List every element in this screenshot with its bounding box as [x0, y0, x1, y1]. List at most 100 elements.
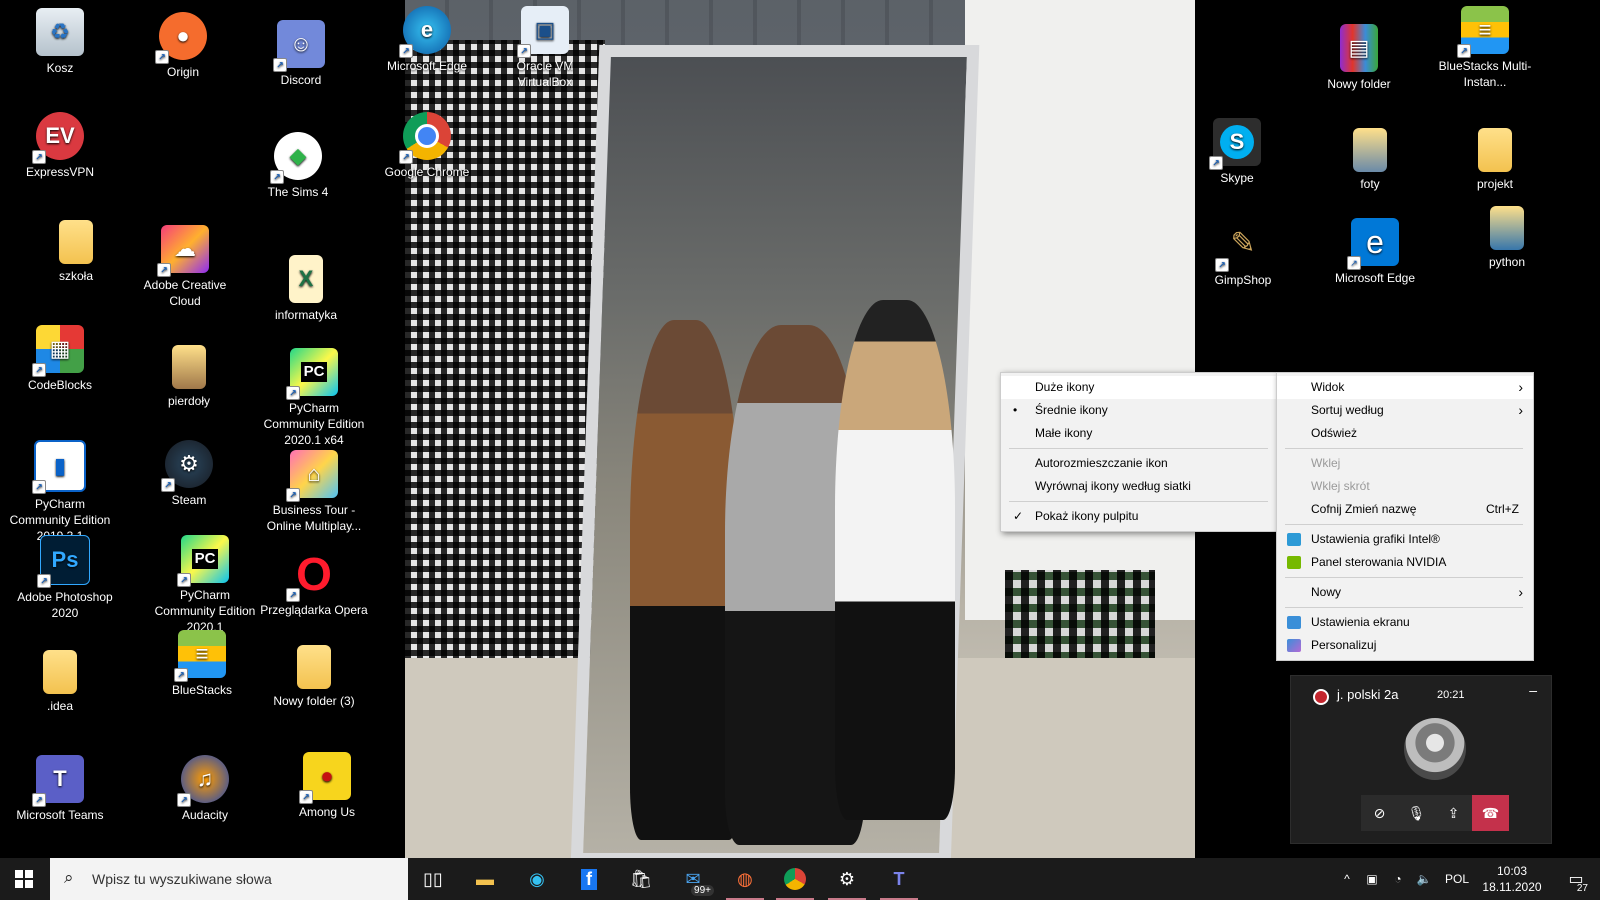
menu-item-auto-arrange[interactable]: Autorozmieszczanie ikon — [1001, 452, 1278, 475]
action-center-button[interactable]: ▭ 27 — [1556, 858, 1596, 900]
desktop-icon-discord[interactable]: ☺ ↗ Discord — [246, 20, 356, 88]
desktop-icon-chrome[interactable]: ↗ Google Chrome — [372, 112, 482, 180]
desktop-icon-sims[interactable]: ◆ ↗ The Sims 4 — [243, 132, 353, 200]
language-indicator: POL — [1444, 872, 1469, 886]
desktop-icon-pycharm-x64[interactable]: PC ↗ PyCharm Community Edition 2020.1 x64 — [259, 348, 369, 448]
desktop-icon-photoshop[interactable]: Ps ↗ Adobe Photoshop 2020 — [10, 535, 120, 621]
desktop-icon-projekt[interactable]: projekt — [1440, 128, 1550, 192]
menu-item-paste-shortcut: Wklej skrót — [1277, 475, 1533, 498]
desktop-icon-foty[interactable]: foty — [1315, 128, 1425, 192]
desktop-icon-origin[interactable]: ● ↗ Origin — [128, 12, 238, 80]
taskbar-firefox[interactable]: ◍ — [720, 858, 770, 900]
pycharm-icon: PC ↗ — [177, 535, 229, 587]
chevron-right-icon: › — [1518, 402, 1523, 418]
show-hidden-icons[interactable]: ^ — [1336, 858, 1358, 900]
wallpaper-person — [630, 320, 740, 840]
mail-badge: 99+ — [691, 885, 714, 896]
desktop-icon-pierdoly[interactable]: pierdoły — [134, 345, 244, 409]
desktop-icon-edge[interactable]: e ↗ Microsoft Edge — [372, 6, 482, 74]
business-tour-icon: ⌂ ↗ — [286, 450, 338, 502]
wallpaper-person — [835, 300, 955, 820]
taskbar-mail[interactable]: ✉ 99+ — [668, 858, 718, 900]
menu-item-undo-rename[interactable]: Cofnij Zmień nazwę Ctrl+Z — [1277, 498, 1533, 521]
desktop-icon-expressvpn[interactable]: EV ↗ ExpressVPN — [5, 112, 115, 180]
recording-icon — [1313, 689, 1329, 705]
desktop-icon-business-tour[interactable]: ⌂ ↗ Business Tour - Online Multiplay... — [259, 450, 369, 534]
chevron-up-icon: ^ — [1344, 872, 1350, 886]
search-placeholder: Wpisz tu wyszukiwane słowa — [92, 871, 272, 887]
taskbar-facebook[interactable]: f — [564, 858, 614, 900]
taskbar-store[interactable]: 🛍 — [616, 858, 666, 900]
desktop-icon-skype[interactable]: S ↗ Skype — [1182, 118, 1292, 186]
file-explorer-icon: ▬ — [476, 868, 494, 889]
desktop-icon-edge-legacy[interactable]: e ↗ Microsoft Edge — [1320, 218, 1430, 286]
desktop-icon-codeblocks[interactable]: ▦ ↗ CodeBlocks — [5, 325, 115, 393]
desktop-icon-kosz[interactable]: ♻ Kosz — [5, 8, 115, 76]
menu-item-label: Odśwież — [1311, 426, 1358, 440]
taskbar-settings[interactable]: ⚙ — [822, 858, 872, 900]
desktop-icon-python[interactable]: python — [1452, 206, 1562, 270]
tray-network[interactable]: ◔ — [1386, 858, 1410, 900]
meeting-title: j. polski 2a — [1337, 687, 1399, 702]
teams-call-window[interactable]: j. polski 2a 20:21 – ⊘ 🎙 ⇪ ☎ — [1290, 675, 1552, 844]
mute-button[interactable]: 🎙 — [1398, 795, 1435, 831]
menu-item-sort-by[interactable]: Sortuj według › — [1277, 399, 1533, 422]
menu-item-personalize[interactable]: Personalizuj — [1277, 634, 1533, 657]
desktop-icon-nowy-folder-3[interactable]: Nowy folder (3) — [259, 645, 369, 709]
tray-volume[interactable]: 🔈 — [1412, 858, 1436, 900]
desktop-icon-label: szkoła — [58, 269, 93, 283]
folder-icon — [172, 345, 206, 389]
start-button[interactable] — [0, 858, 48, 900]
taskbar-file-explorer[interactable]: ▬ — [460, 858, 510, 900]
menu-item-new[interactable]: Nowy › — [1277, 581, 1533, 604]
menu-item-nvidia-panel[interactable]: Panel sterowania NVIDIA — [1277, 551, 1533, 574]
menu-item-align-to-grid[interactable]: Wyrównaj ikony według siatki — [1001, 475, 1278, 498]
menu-item-small-icons[interactable]: Małe ikony — [1001, 422, 1278, 445]
mic-off-icon: 🎙 — [1407, 804, 1426, 821]
camera-off-button[interactable]: ⊘ — [1361, 795, 1398, 831]
desktop-icon-idea[interactable]: .idea — [5, 650, 115, 714]
tray-teams[interactable]: ▣ — [1360, 858, 1384, 900]
menu-item-show-desktop-icons[interactable]: ✓ Pokaż ikony pulpitu — [1001, 505, 1278, 528]
desktop-icon-among-us[interactable]: ● ↗ Among Us — [272, 752, 382, 820]
edge-icon: ◉ — [529, 868, 545, 889]
taskbar-teams[interactable]: T — [874, 858, 924, 900]
desktop-icon-informatyka[interactable]: X informatyka — [251, 255, 361, 323]
desktop-icon-label: BlueStacks Multi-Instan... — [1438, 59, 1532, 89]
chrome-icon: ↗ — [399, 112, 451, 164]
menu-item-view[interactable]: Widok › — [1277, 376, 1533, 399]
task-view-icon: ▯▯ — [423, 868, 443, 889]
menu-item-intel-graphics[interactable]: Ustawienia grafiki Intel® — [1277, 528, 1533, 551]
task-view-button[interactable]: ▯▯ — [408, 858, 458, 900]
desktop-icon-szkola[interactable]: szkoła — [21, 220, 131, 284]
desktop-icon-nowy-folder[interactable]: ▤ Nowy folder — [1304, 24, 1414, 92]
menu-item-large-icons[interactable]: Duże ikony — [1001, 376, 1278, 399]
teams-icon: T — [893, 868, 905, 889]
desktop-icon-steam[interactable]: ⚙ ↗ Steam — [134, 440, 244, 508]
tray-clock[interactable]: 10:03 18.11.2020 — [1476, 858, 1548, 900]
desktop-icon-audacity[interactable]: ♫ ↗ Audacity — [150, 755, 260, 823]
hang-up-icon: ☎ — [1481, 804, 1500, 821]
desktop-icon-bluestacks[interactable]: ≡ ↗ BlueStacks — [147, 630, 257, 698]
radio-indicator: • — [1013, 403, 1018, 417]
menu-item-refresh[interactable]: Odśwież — [1277, 422, 1533, 445]
hang-up-button[interactable]: ☎ — [1472, 795, 1509, 831]
taskbar-edge[interactable]: ◉ — [512, 858, 562, 900]
desktop-icon-pycharm-2019[interactable]: ▮↗ PyCharm Community Edition 2019.3.1 — [5, 440, 115, 544]
tray-language[interactable]: POL — [1440, 858, 1474, 900]
desktop-icon-pycharm-2020[interactable]: PC ↗ PyCharm Community Edition 2020.1 — [150, 535, 260, 635]
desktop-icon-bluestacks-multi[interactable]: ≡ ↗ BlueStacks Multi-Instan... — [1430, 6, 1540, 90]
desktop-icon-opera[interactable]: O ↗ Przeglądarka Opera — [259, 550, 369, 618]
taskbar-chrome[interactable] — [770, 858, 820, 900]
desktop-icon-virtualbox[interactable]: ▣ ↗ Oracle VM VirtualBox — [490, 6, 600, 90]
bluestacks-icon: ≡ ↗ — [174, 630, 226, 682]
share-screen-button[interactable]: ⇪ — [1435, 795, 1472, 831]
desktop-icon-creative-cloud[interactable]: ☁ ↗ Adobe Creative Cloud — [130, 225, 240, 309]
minimize-button[interactable]: – — [1529, 682, 1537, 698]
search-box[interactable]: ⌕ Wpisz tu wyszukiwane słowa — [50, 858, 408, 900]
desktop-icon-gimpshop[interactable]: ✎ ↗ GimpShop — [1188, 220, 1298, 288]
menu-item-display-settings[interactable]: Ustawienia ekranu — [1277, 611, 1533, 634]
menu-item-medium-icons[interactable]: • Średnie ikony — [1001, 399, 1278, 422]
teams-icon: T ↗ — [32, 755, 84, 807]
desktop-icon-teams[interactable]: T ↗ Microsoft Teams — [5, 755, 115, 823]
